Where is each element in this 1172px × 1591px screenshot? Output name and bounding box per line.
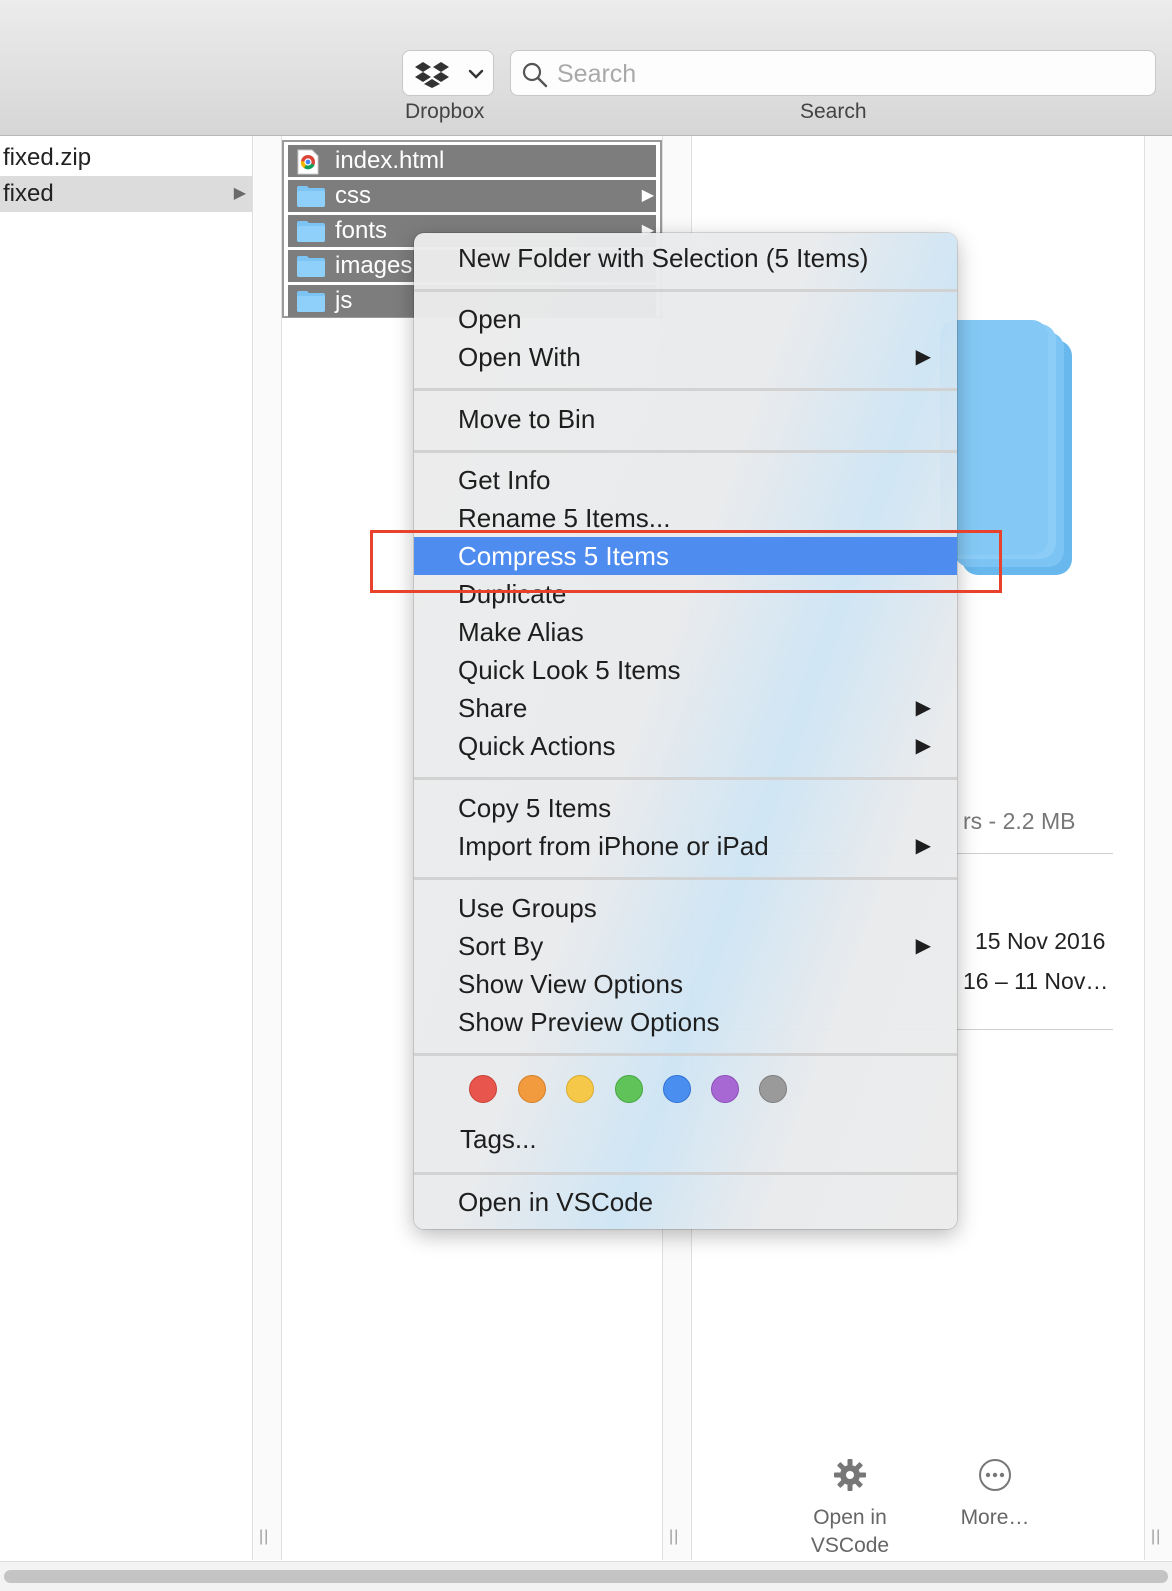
column-divider[interactable]: || bbox=[1145, 136, 1172, 1560]
tag-green-dot[interactable] bbox=[615, 1075, 643, 1103]
folder-icon bbox=[296, 184, 326, 208]
menu-separator bbox=[414, 450, 957, 453]
action-label: Open in VSCode bbox=[810, 1506, 890, 1557]
file-name: index.html bbox=[335, 147, 445, 174]
menu-separator bbox=[414, 1053, 957, 1056]
action-label: More… bbox=[960, 1506, 1030, 1529]
menu-separator bbox=[414, 877, 957, 880]
menu-separator bbox=[414, 289, 957, 292]
preview-created-date: 15 Nov 2016 bbox=[975, 928, 1106, 954]
tag-orange-dot[interactable] bbox=[518, 1075, 546, 1103]
menu-item-quick-actions[interactable]: Quick Actions ▶ bbox=[414, 727, 957, 765]
file-name: fixed.zip bbox=[3, 144, 92, 171]
search-input[interactable] bbox=[555, 57, 1139, 91]
submenu-arrow-icon: ▶ bbox=[915, 735, 931, 757]
menu-item-import-from-iphone[interactable]: Import from iPhone or iPad ▶ bbox=[414, 827, 957, 865]
tag-yellow-dot[interactable] bbox=[566, 1075, 594, 1103]
dropbox-button[interactable] bbox=[402, 50, 494, 96]
ellipsis-circle-icon bbox=[945, 1458, 1045, 1500]
dropbox-label: Dropbox bbox=[405, 100, 485, 123]
list-item[interactable]: css ▶ bbox=[288, 180, 656, 212]
tag-gray-dot[interactable] bbox=[759, 1075, 787, 1103]
dropbox-icon bbox=[415, 62, 449, 93]
menu-item-share[interactable]: Share ▶ bbox=[414, 689, 957, 727]
list-item[interactable]: index.html bbox=[288, 145, 656, 177]
menu-item-show-view-options[interactable]: Show View Options bbox=[414, 965, 957, 1003]
folder-name: css bbox=[335, 182, 371, 209]
menu-item-quick-look[interactable]: Quick Look 5 Items bbox=[414, 651, 957, 689]
tag-blue-dot[interactable] bbox=[663, 1075, 691, 1103]
menu-item-open-with[interactable]: Open With ▶ bbox=[414, 338, 957, 376]
gear-icon bbox=[790, 1458, 910, 1500]
folder-name: fonts bbox=[335, 217, 388, 244]
chevron-down-icon bbox=[467, 65, 485, 88]
menu-item-get-info[interactable]: Get Info bbox=[414, 461, 957, 499]
preview-size-text: rs - 2.2 MB bbox=[963, 808, 1076, 834]
submenu-arrow-icon: ▶ bbox=[915, 697, 931, 719]
menu-item-label: Quick Actions bbox=[458, 731, 616, 761]
menu-item-label: Import from iPhone or iPad bbox=[458, 831, 769, 861]
search-label: Search bbox=[800, 100, 867, 123]
search-field[interactable] bbox=[510, 50, 1156, 96]
resize-grip-icon[interactable]: || bbox=[1151, 1528, 1161, 1546]
list-item[interactable]: fixed.zip bbox=[0, 140, 252, 176]
disclosure-arrow-icon: ▶ bbox=[233, 185, 246, 202]
tag-purple-dot[interactable] bbox=[711, 1075, 739, 1103]
submenu-arrow-icon: ▶ bbox=[915, 346, 931, 368]
menu-item-label: Open With bbox=[458, 342, 581, 372]
menu-item-label: Sort By bbox=[458, 931, 544, 961]
menu-item-open[interactable]: Open bbox=[414, 300, 957, 338]
folder-name: images bbox=[335, 252, 413, 279]
menu-item-move-to-bin[interactable]: Move to Bin bbox=[414, 400, 957, 438]
resize-grip-icon[interactable]: || bbox=[669, 1528, 679, 1546]
annotation-highlight-box bbox=[370, 530, 1002, 593]
menu-item-new-folder-with-selection[interactable]: New Folder with Selection (5 Items) bbox=[414, 239, 957, 277]
menu-item-tags[interactable]: Tags... bbox=[416, 1120, 957, 1158]
menu-separator bbox=[414, 1172, 957, 1175]
submenu-arrow-icon: ▶ bbox=[915, 935, 931, 957]
menu-item-make-alias[interactable]: Make Alias bbox=[414, 613, 957, 651]
horizontal-scrollbar[interactable] bbox=[0, 1561, 1172, 1591]
folder-name: js bbox=[335, 287, 353, 314]
folder-name: fixed bbox=[3, 180, 54, 207]
menu-separator bbox=[414, 388, 957, 391]
menu-item-use-groups[interactable]: Use Groups bbox=[414, 889, 957, 927]
menu-item-sort-by[interactable]: Sort By ▶ bbox=[414, 927, 957, 965]
open-in-vscode-action[interactable]: Open in VSCode bbox=[790, 1458, 910, 1560]
folder-icon bbox=[296, 289, 326, 313]
column-divider[interactable]: || bbox=[253, 136, 282, 1560]
folder-icon bbox=[296, 219, 326, 243]
finder-toolbar: Dropbox Search bbox=[0, 0, 1172, 136]
search-icon bbox=[521, 61, 549, 94]
column-parent: fixed.zip fixed ▶ bbox=[0, 136, 253, 1560]
disclosure-arrow-icon: ▶ bbox=[641, 187, 654, 204]
preview-modified-range: 16 – 11 Nov… bbox=[963, 968, 1109, 994]
menu-separator bbox=[414, 777, 957, 780]
list-item-selected[interactable]: fixed ▶ bbox=[0, 176, 252, 212]
menu-item-show-preview-options[interactable]: Show Preview Options bbox=[414, 1003, 957, 1041]
menu-item-copy[interactable]: Copy 5 Items bbox=[414, 789, 957, 827]
menu-item-open-in-vscode[interactable]: Open in VSCode bbox=[414, 1183, 957, 1221]
more-action[interactable]: More… bbox=[945, 1458, 1045, 1532]
tag-red-dot[interactable] bbox=[469, 1075, 497, 1103]
submenu-arrow-icon: ▶ bbox=[915, 835, 931, 857]
scrollbar-thumb[interactable] bbox=[4, 1570, 1168, 1583]
folder-icon bbox=[296, 254, 326, 278]
resize-grip-icon[interactable]: || bbox=[259, 1528, 269, 1546]
chrome-html-icon bbox=[296, 149, 326, 175]
menu-item-label: Share bbox=[458, 693, 528, 723]
